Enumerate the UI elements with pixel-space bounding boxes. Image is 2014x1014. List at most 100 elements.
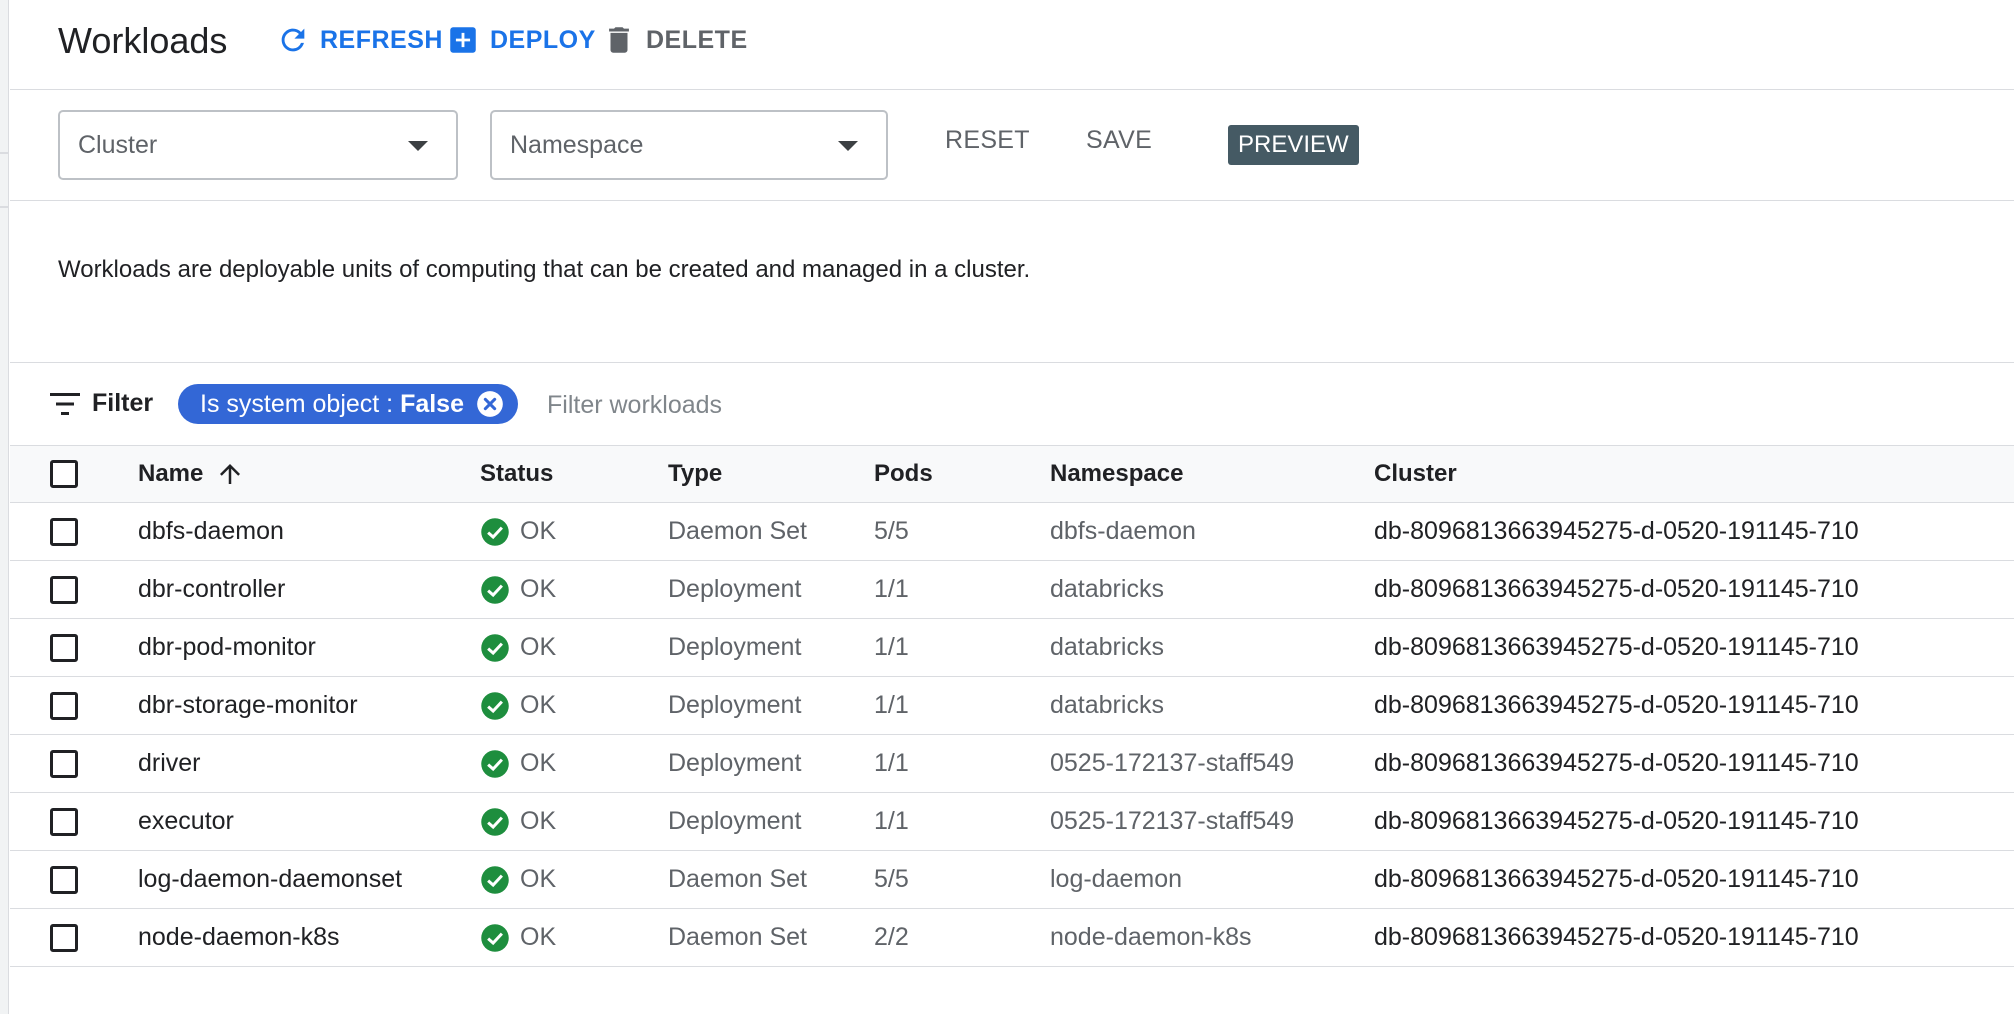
status-cell: OK [480,735,556,792]
column-header-type[interactable]: Type [668,446,722,502]
row-checkbox[interactable] [50,865,78,894]
namespace-cell: log-daemon [1050,865,1183,893]
row-checkbox-cell [50,619,78,676]
namespace-cell: 0525-172137-staff549 [1050,749,1295,777]
reset-button[interactable]: RESET [945,126,1030,155]
chip-value: False [400,389,464,418]
row-checkbox-cell [50,909,78,966]
cluster-namespace-filter-bar: Cluster Namespace RESET SAVE PREVIEW [10,90,2014,201]
pods-cell: 5/5 [874,865,909,893]
status-text: OK [520,633,557,661]
column-header-pods[interactable]: Pods [874,446,933,502]
deploy-label: DEPLOY [490,25,596,54]
table-row: dbr-controller OK Deployment 1/1 databri… [10,561,2014,619]
workload-name[interactable]: dbr-pod-monitor [138,619,316,676]
status-cell: OK [480,677,556,734]
check-circle-icon [481,691,509,720]
pods-cell: 1/1 [874,575,909,603]
filter-list-icon[interactable] [50,391,80,417]
pods-cell: 5/5 [874,517,909,545]
namespace-cell: databricks [1050,575,1164,603]
cluster-cell: db-8096813663945275-d-0520-191145-710 [1374,807,1859,835]
cluster-cell: db-8096813663945275-d-0520-191145-710 [1374,691,1859,719]
status-text: OK [520,749,557,777]
table-row: log-daemon-daemonset OK Daemon Set 5/5 l… [10,851,2014,909]
chevron-down-icon [838,141,858,151]
type-cell: Deployment [668,633,802,661]
type-cell: Daemon Set [668,517,807,545]
type-cell: Deployment [668,749,802,777]
chip-key: Is system object : [200,389,401,418]
row-checkbox[interactable] [50,807,78,836]
select-all-checkbox[interactable] [50,460,78,488]
workload-name[interactable]: log-daemon-daemonset [138,851,402,908]
type-cell: Deployment [668,575,802,603]
status-cell: OK [480,561,556,618]
check-circle-icon [481,923,509,952]
preview-badge: PREVIEW [1228,125,1359,165]
table-row: dbr-pod-monitor OK Deployment 1/1 databr… [10,619,2014,677]
column-header-name[interactable]: Name [138,446,245,502]
filter-label[interactable]: Filter [92,389,153,418]
check-circle-icon [481,749,509,778]
refresh-label: REFRESH [320,25,443,54]
check-circle-icon [481,633,509,662]
workload-name[interactable]: node-daemon-k8s [138,909,340,966]
cluster-cell: db-8096813663945275-d-0520-191145-710 [1374,517,1859,545]
row-checkbox-cell [50,503,78,560]
workload-name[interactable]: dbfs-daemon [138,503,284,560]
type-cell: Daemon Set [668,865,807,893]
table-row: executor OK Deployment 1/1 0525-172137-s… [10,793,2014,851]
workloads-page: Workloads REFRESH DEPLOY DELETE Cluster … [10,0,2014,1014]
row-checkbox[interactable] [50,517,78,546]
left-rail [0,0,9,1014]
status-text: OK [520,865,557,893]
workload-name[interactable]: dbr-controller [138,561,285,618]
workload-name[interactable]: driver [138,735,201,792]
row-checkbox-cell [50,561,78,618]
column-header-status[interactable]: Status [480,446,553,502]
delete-button[interactable]: DELETE [602,20,748,60]
table-row: driver OK Deployment 1/1 0525-172137-sta… [10,735,2014,793]
type-cell: Deployment [668,691,802,719]
cluster-select[interactable]: Cluster [58,110,458,180]
status-cell: OK [480,503,556,560]
cluster-select-placeholder: Cluster [78,130,158,159]
workload-name[interactable]: dbr-storage-monitor [138,677,358,734]
system-object-filter-chip[interactable]: Is system object : False [178,384,518,424]
type-cell: Daemon Set [668,923,807,951]
status-text: OK [520,807,557,835]
pods-cell: 1/1 [874,691,909,719]
type-cell: Deployment [668,807,802,835]
page-header: Workloads REFRESH DEPLOY DELETE [10,0,2014,90]
status-cell: OK [480,909,556,966]
row-checkbox[interactable] [50,691,78,720]
row-checkbox[interactable] [50,923,78,952]
chip-text: Is system object : False [200,390,464,419]
row-checkbox-cell [50,851,78,908]
cancel-icon[interactable] [476,390,504,418]
refresh-button[interactable]: REFRESH [276,20,443,60]
page-description: Workloads are deployable units of comput… [58,256,1031,283]
pods-cell: 2/2 [874,923,909,951]
namespace-cell: 0525-172137-staff549 [1050,807,1295,835]
workload-name[interactable]: executor [138,793,234,850]
status-text: OK [520,691,557,719]
table-row: dbr-storage-monitor OK Deployment 1/1 da… [10,677,2014,735]
table-filter-row: Filter Is system object : False [10,363,2014,445]
deploy-button[interactable]: DEPLOY [446,20,596,60]
table-header-row: Name Status Type Pods Namespace Cluster [10,446,2014,503]
save-button[interactable]: SAVE [1086,126,1152,155]
namespace-cell: databricks [1050,691,1164,719]
refresh-icon [281,28,305,52]
namespace-select[interactable]: Namespace [490,110,888,180]
filter-workloads-input[interactable] [545,383,1049,427]
row-checkbox[interactable] [50,575,78,604]
row-checkbox[interactable] [50,633,78,662]
status-cell: OK [480,793,556,850]
column-header-namespace[interactable]: Namespace [1050,446,1183,502]
check-circle-icon [481,807,509,836]
row-checkbox[interactable] [50,749,78,778]
column-header-cluster[interactable]: Cluster [1374,446,1457,502]
arrow-up-icon[interactable] [215,459,245,489]
